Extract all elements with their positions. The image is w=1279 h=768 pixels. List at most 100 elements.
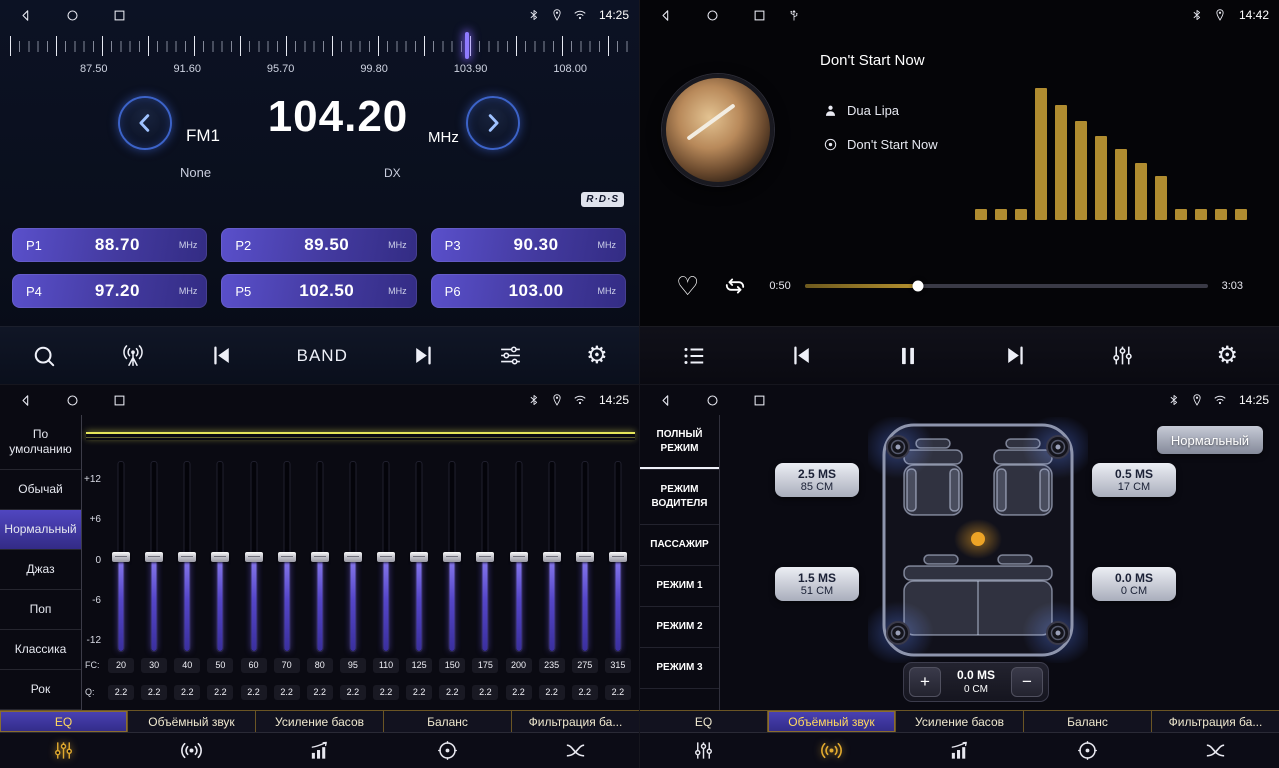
eq-band-slider[interactable]: [539, 461, 565, 652]
eq-slider-thumb[interactable]: [245, 552, 263, 562]
seek-bar[interactable]: [805, 284, 1208, 288]
eq-band-slider[interactable]: [174, 461, 200, 652]
eq-slider-thumb[interactable]: [510, 552, 528, 562]
eq-band-slider[interactable]: [274, 461, 300, 652]
next-track-button[interactable]: [1003, 343, 1028, 368]
eq-slider-thumb[interactable]: [344, 552, 362, 562]
nav-home-button[interactable]: [705, 8, 720, 23]
eq-band-slider[interactable]: [373, 461, 399, 652]
eq-slider-thumb[interactable]: [145, 552, 163, 562]
rear-right-delay[interactable]: 0.0 MS 0 CM: [1092, 567, 1176, 601]
surround-tab-icon[interactable]: [128, 733, 256, 768]
audio-tab[interactable]: Баланс: [1024, 711, 1152, 732]
nav-recents-button[interactable]: [752, 393, 767, 408]
scan-button[interactable]: [31, 343, 57, 369]
seek-thumb[interactable]: [912, 281, 923, 292]
eq-band-slider[interactable]: [472, 461, 498, 652]
eq-preset-item[interactable]: По умолчанию: [0, 415, 81, 470]
nav-back-button[interactable]: [18, 393, 33, 408]
eq-band-slider[interactable]: [141, 461, 167, 652]
front-left-delay[interactable]: 2.5 MS 85 CM: [775, 463, 859, 497]
eq-band-slider[interactable]: [108, 461, 134, 652]
previous-track-button[interactable]: [789, 343, 814, 368]
audio-tab[interactable]: Усиление басов: [256, 711, 384, 732]
nav-recents-button[interactable]: [752, 8, 767, 23]
radio-preset-button[interactable]: P5 102.50 MHz: [221, 274, 416, 308]
audio-tab[interactable]: Объёмный звук: [128, 711, 256, 732]
filter-tab-icon[interactable]: [1151, 733, 1279, 768]
eq-slider-thumb[interactable]: [377, 552, 395, 562]
eq-tab-icon[interactable]: [0, 733, 128, 768]
eq-slider-thumb[interactable]: [476, 552, 494, 562]
listening-mode-item[interactable]: ПОЛНЫЙ РЕЖИМ: [640, 415, 719, 470]
eq-band-slider[interactable]: [572, 461, 598, 652]
nav-back-button[interactable]: [658, 393, 673, 408]
radio-preset-button[interactable]: P3 90.30 MHz: [431, 228, 626, 262]
listening-mode-item[interactable]: ПАССАЖИР: [640, 525, 719, 566]
nav-home-button[interactable]: [65, 8, 80, 23]
radio-preset-button[interactable]: P2 89.50 MHz: [221, 228, 416, 262]
radio-preset-button[interactable]: P1 88.70 MHz: [12, 228, 207, 262]
audio-tab[interactable]: EQ: [0, 711, 128, 732]
playlist-button[interactable]: [681, 343, 707, 369]
nav-recents-button[interactable]: [112, 8, 127, 23]
eq-slider-thumb[interactable]: [211, 552, 229, 562]
previous-station-button[interactable]: [209, 343, 234, 368]
filter-tab-icon[interactable]: [511, 733, 639, 768]
broadcast-antenna-button[interactable]: [120, 343, 146, 369]
nav-home-button[interactable]: [65, 393, 80, 408]
band-button[interactable]: BAND: [297, 346, 348, 366]
nav-back-button[interactable]: [18, 8, 33, 23]
settings-gear-button[interactable]: ⚙: [586, 344, 608, 368]
settings-gear-button[interactable]: ⚙: [1217, 344, 1239, 368]
eq-preset-item[interactable]: Поп: [0, 590, 81, 630]
nav-recents-button[interactable]: [112, 393, 127, 408]
pause-button[interactable]: [895, 343, 921, 369]
surround-tab-icon[interactable]: [768, 733, 896, 768]
eq-band-slider[interactable]: [340, 461, 366, 652]
eq-slider-thumb[interactable]: [609, 552, 627, 562]
nav-home-button[interactable]: [705, 393, 720, 408]
repeat-button[interactable]: [723, 274, 747, 298]
listening-mode-item[interactable]: РЕЖИМ 2: [640, 607, 719, 648]
tune-down-button[interactable]: [118, 96, 172, 150]
tune-up-button[interactable]: [466, 96, 520, 150]
audio-tab[interactable]: Фильтрация ба...: [512, 711, 639, 732]
bass-boost-tab-icon[interactable]: [896, 733, 1024, 768]
eq-band-slider[interactable]: [207, 461, 233, 652]
audio-tab[interactable]: Баланс: [384, 711, 512, 732]
balance-tab-icon[interactable]: [383, 733, 511, 768]
eq-slider-thumb[interactable]: [178, 552, 196, 562]
listening-mode-item[interactable]: РЕЖИМ 1: [640, 566, 719, 607]
eq-preset-item[interactable]: Классика: [0, 630, 81, 670]
eq-slider-thumb[interactable]: [410, 552, 428, 562]
mixer-eq-button[interactable]: [1110, 343, 1135, 368]
rear-left-delay[interactable]: 1.5 MS 51 CM: [775, 567, 859, 601]
eq-preset-item[interactable]: Рок: [0, 670, 81, 710]
eq-band-slider[interactable]: [307, 461, 333, 652]
eq-slider-thumb[interactable]: [576, 552, 594, 562]
eq-band-slider[interactable]: [439, 461, 465, 652]
favorite-button[interactable]: ♡: [676, 273, 699, 299]
audio-tab[interactable]: EQ: [640, 711, 768, 732]
eq-preset-item[interactable]: Джаз: [0, 550, 81, 590]
radio-preset-button[interactable]: P6 103.00 MHz: [431, 274, 626, 308]
eq-band-slider[interactable]: [241, 461, 267, 652]
next-station-button[interactable]: [411, 343, 436, 368]
frequency-ruler[interactable]: [10, 34, 629, 58]
bass-boost-tab-icon[interactable]: [256, 733, 384, 768]
eq-preset-item[interactable]: Обычай: [0, 470, 81, 510]
tune-settings-button[interactable]: [498, 343, 523, 368]
eq-band-slider[interactable]: [406, 461, 432, 652]
listening-mode-item[interactable]: РЕЖИМ ВОДИТЕЛЯ: [640, 470, 719, 525]
eq-band-slider[interactable]: [605, 461, 631, 652]
eq-slider-thumb[interactable]: [278, 552, 296, 562]
eq-slider-thumb[interactable]: [543, 552, 561, 562]
delay-increase-button[interactable]: +: [909, 667, 941, 697]
eq-slider-thumb[interactable]: [311, 552, 329, 562]
front-right-delay[interactable]: 0.5 MS 17 CM: [1092, 463, 1176, 497]
eq-slider-thumb[interactable]: [443, 552, 461, 562]
audio-tab[interactable]: Фильтрация ба...: [1152, 711, 1279, 732]
sound-preset-button[interactable]: Нормальный: [1157, 426, 1263, 454]
audio-tab[interactable]: Объёмный звук: [768, 711, 896, 732]
